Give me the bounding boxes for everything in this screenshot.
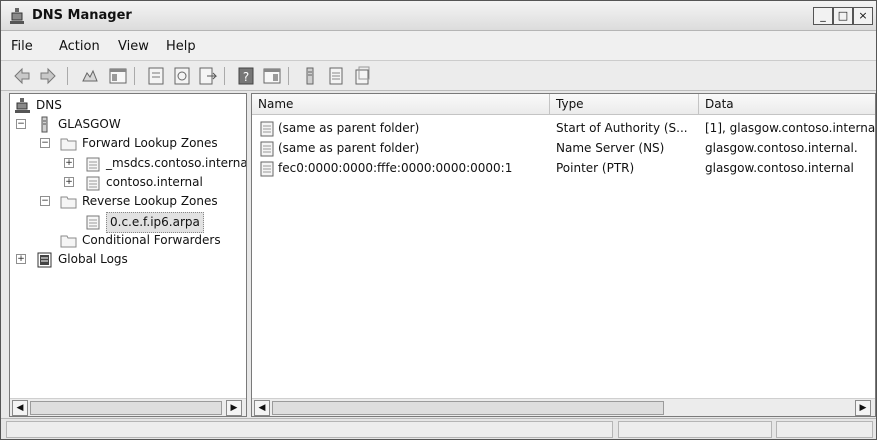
record-type: Pointer (PTR) <box>556 161 635 175</box>
tree-scroll-thumb[interactable] <box>30 401 222 415</box>
record-icon[interactable] <box>351 65 373 87</box>
folder-icon <box>60 235 77 248</box>
tree-item[interactable]: Conditional Forwarders <box>40 231 246 250</box>
tree-horizontal-scrollbar[interactable]: ◀ ▶ <box>10 398 246 416</box>
menu-action[interactable]: Action <box>59 39 100 54</box>
details-pane: Name Type Data (same as parent folder) St… <box>251 93 876 417</box>
details-horizontal-scrollbar[interactable]: ◀ ▶ <box>252 398 875 416</box>
server-icon <box>41 116 48 133</box>
status-bar <box>1 418 876 439</box>
details-scroll-left-button[interactable]: ◀ <box>254 400 270 416</box>
expand-icon[interactable]: + <box>16 254 26 265</box>
menu-bar: File Action View Help <box>1 31 876 61</box>
forward-icon[interactable] <box>37 65 59 87</box>
menu-file[interactable]: File <box>11 39 33 54</box>
record-icon <box>260 161 274 177</box>
tree-item[interactable]: 0.c.e.f.ip6.arpa <box>64 211 246 233</box>
export-list-icon[interactable] <box>197 65 219 87</box>
table-row[interactable]: (same as parent folder) Name Server (NS) g… <box>252 139 875 158</box>
tree-root-label: DNS <box>36 98 62 112</box>
record-name: (same as parent folder) <box>278 141 420 155</box>
tree-item[interactable]: − Forward Lookup Zones <box>40 134 246 153</box>
column-header-name[interactable]: Name <box>252 94 550 115</box>
tree-item-label: _msdcs.contoso.interna <box>106 155 247 170</box>
action-pane-icon[interactable] <box>261 65 283 87</box>
menu-view[interactable]: View <box>118 39 149 54</box>
record-type: Name Server (NS) <box>556 141 665 155</box>
table-row[interactable]: (same as parent folder) Start of Authorit… <box>252 119 875 138</box>
expand-icon[interactable]: + <box>64 176 74 187</box>
maximize-button[interactable]: □ <box>833 7 853 25</box>
details-scroll-thumb[interactable] <box>272 401 664 415</box>
status-pane-middle <box>618 421 772 438</box>
collapse-icon[interactable]: − <box>40 196 50 207</box>
tree-item[interactable]: − Reverse Lookup Zones <box>40 192 246 211</box>
folder-icon <box>60 196 77 209</box>
folder-icon <box>60 138 77 151</box>
refresh-icon[interactable] <box>171 65 193 87</box>
collapse-icon[interactable]: − <box>40 138 50 149</box>
column-header-data[interactable]: Data <box>699 94 875 115</box>
record-data: glasgow.contoso.internal. <box>705 141 858 155</box>
up-folder-icon[interactable] <box>79 65 101 87</box>
minimize-button[interactable]: _ <box>813 7 833 25</box>
tree-item-label: Reverse Lookup Zones <box>82 194 218 209</box>
tree-item[interactable]: − GLASGOW <box>16 115 246 134</box>
column-header-type[interactable]: Type <box>550 94 699 115</box>
table-row[interactable]: fec0:0000:0000:fffe:0000:0000:0000:1 Poin… <box>252 159 875 178</box>
show-hide-tree-icon[interactable] <box>107 65 129 87</box>
record-name: fec0:0000:0000:fffe:0000:0000:0000:1 <box>278 161 513 175</box>
tree-item-label: GLASGOW <box>58 117 121 131</box>
server-icon[interactable] <box>299 65 321 87</box>
log-icon <box>37 252 52 268</box>
scroll-left-button[interactable]: ◀ <box>12 400 28 416</box>
back-icon[interactable] <box>11 65 33 87</box>
title-bar: DNS Manager _ □ × <box>1 1 876 31</box>
dns-manager-icon <box>10 8 24 24</box>
tree-item[interactable]: + Global Logs <box>16 250 246 269</box>
record-type: Start of Authority (S... <box>556 121 688 135</box>
status-pane-right <box>776 421 873 438</box>
window-title: DNS Manager <box>32 8 132 23</box>
tree-item-label: Forward Lookup Zones <box>82 136 218 151</box>
zone-icon <box>86 215 100 229</box>
svg-text:?: ? <box>243 70 249 84</box>
record-icon <box>260 141 274 157</box>
status-pane-main <box>6 421 613 438</box>
help-icon[interactable]: ? <box>235 65 257 87</box>
record-data: [1], glasgow.contoso.internal. <box>705 121 875 135</box>
tree-item[interactable]: + _msdcs.contoso.interna <box>64 154 247 173</box>
record-data: glasgow.contoso.internal <box>705 161 854 175</box>
dns-icon <box>15 98 30 113</box>
tree-item-dns[interactable]: DNS <box>14 96 214 115</box>
details-scroll-right-button[interactable]: ▶ <box>855 400 871 416</box>
zone-icon[interactable] <box>325 65 347 87</box>
tree-item-label: Conditional Forwarders <box>82 232 221 247</box>
menu-help[interactable]: Help <box>166 39 196 54</box>
close-button[interactable]: × <box>853 7 873 25</box>
zone-icon <box>86 157 100 172</box>
scroll-right-button[interactable]: ▶ <box>226 400 242 416</box>
zone-icon <box>86 176 100 191</box>
dns-manager-window: DNS Manager _ □ × File Action View Help … <box>0 0 877 440</box>
console-tree: DNS − GLASGOW − Forward Lookup Zones + _msdcs… <box>9 93 247 417</box>
properties-icon[interactable] <box>145 65 167 87</box>
tree-item-label: Global Logs <box>58 252 128 267</box>
collapse-icon[interactable]: − <box>16 119 26 129</box>
tree-item[interactable]: + contoso.internal <box>64 173 246 192</box>
expand-icon[interactable]: + <box>64 157 74 168</box>
tree-item-label: contoso.internal <box>106 174 203 189</box>
record-name: (same as parent folder) <box>278 121 420 135</box>
record-icon <box>260 121 274 137</box>
tree-item-label: 0.c.e.f.ip6.arpa <box>106 211 204 233</box>
toolbar: ? <box>1 61 876 91</box>
